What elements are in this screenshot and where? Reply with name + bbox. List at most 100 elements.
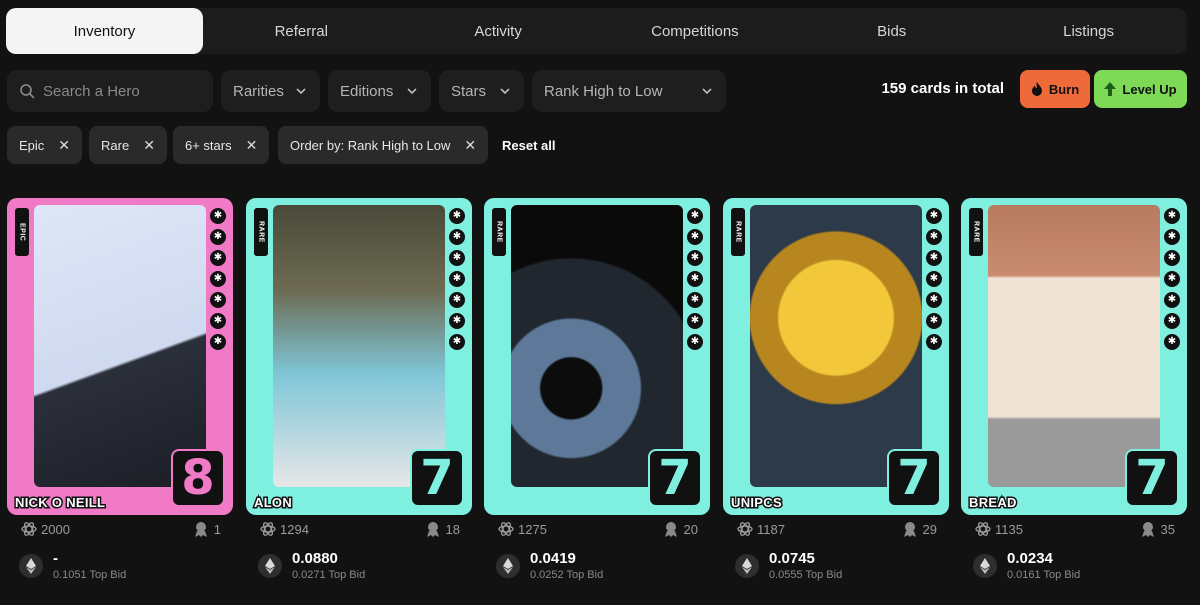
star-icon: ✱: [210, 292, 226, 308]
order-dropdown[interactable]: Rank High to Low: [532, 70, 726, 112]
star-icon: ✱: [210, 313, 226, 329]
score-value: 1275: [518, 521, 547, 537]
top-bid-label: Top Bid: [328, 569, 366, 581]
card-stats: 1187 29 0.0745 0.0555 Top Bid: [723, 520, 949, 581]
star-icon: ✱: [1164, 208, 1180, 224]
star-icon: ✱: [687, 250, 703, 266]
remove-chip-icon[interactable]: ✕: [464, 137, 476, 154]
star-icon: ✱: [926, 250, 942, 266]
chevron-down-icon: [407, 88, 417, 95]
tab-inventory[interactable]: Inventory: [6, 8, 203, 54]
burn-button[interactable]: Burn: [1020, 70, 1090, 108]
hero-card[interactable]: RARE ✱ ✱ ✱ ✱ ✱ ✱ ✱ 7 UNIPCS: [723, 198, 949, 515]
star-icon: ✱: [1164, 292, 1180, 308]
star-icon: ✱: [449, 271, 465, 287]
remove-chip-icon[interactable]: ✕: [246, 137, 258, 154]
chevron-down-icon: [500, 88, 510, 95]
hero-name: UNIPCS: [730, 494, 784, 512]
star-icon: ✱: [926, 292, 942, 308]
tab-referral[interactable]: Referral: [203, 8, 400, 54]
rarity-badge: RARE: [969, 208, 983, 256]
search-icon: [20, 84, 35, 99]
star-icon: ✱: [449, 229, 465, 245]
star-icon: ✱: [687, 229, 703, 245]
rarity-badge: RARE: [731, 208, 745, 256]
hero-artwork: [511, 205, 683, 487]
level-badge: 8: [171, 449, 225, 507]
rarity-label: RARE: [495, 221, 503, 243]
star-icon: ✱: [210, 334, 226, 350]
level-badge: 7: [887, 449, 941, 507]
stars-label: Stars: [451, 82, 487, 100]
top-bid-label: Top Bid: [805, 569, 843, 581]
reset-all-button[interactable]: Reset all: [502, 138, 555, 153]
star-icon: ✱: [210, 250, 226, 266]
atom-icon: [260, 522, 276, 536]
star-icon: ✱: [1164, 313, 1180, 329]
chevron-down-icon: [296, 88, 306, 95]
hero-artwork: [988, 205, 1160, 487]
tab-bar: Inventory Referral Activity Competitions…: [6, 8, 1187, 54]
hero-card[interactable]: RARE ✱ ✱ ✱ ✱ ✱ ✱ ✱ 7 ALON: [246, 198, 472, 515]
rank-value: 29: [922, 521, 937, 537]
search-input[interactable]: [43, 82, 203, 100]
score-value: 1187: [757, 521, 785, 537]
rank-value: 1: [213, 521, 221, 537]
tab-bids[interactable]: Bids: [793, 8, 990, 54]
remove-chip-icon[interactable]: ✕: [58, 137, 70, 154]
remove-chip-icon[interactable]: ✕: [143, 137, 155, 154]
top-bid-label: Top Bid: [89, 569, 127, 581]
star-icon: ✱: [449, 334, 465, 350]
star-icon: ✱: [687, 271, 703, 287]
top-bid-label: Top Bid: [566, 569, 604, 581]
rarity-label: RARE: [257, 221, 265, 243]
atom-icon: [737, 522, 753, 536]
chip-label: Rare: [101, 137, 130, 153]
hero-name: BREAD: [968, 494, 1018, 512]
card-stats: 1135 35 0.0234 0.0161 Top Bid: [961, 520, 1187, 581]
level-up-label: Level Up: [1122, 81, 1177, 97]
ethereum-icon: [496, 553, 520, 578]
star-icon: ✱: [687, 292, 703, 308]
ethereum-icon: [973, 553, 997, 578]
star-icon: ✱: [687, 313, 703, 329]
rarities-label: Rarities: [233, 82, 284, 100]
tab-competitions[interactable]: Competitions: [596, 8, 793, 54]
hero-card[interactable]: EPIC ✱ ✱ ✱ ✱ ✱ ✱ ✱ 8 NICK O NEILL: [7, 198, 233, 515]
stars-dropdown[interactable]: Stars: [439, 70, 524, 112]
hero-name: NICK O NEILL: [13, 494, 106, 512]
hero-artwork: [273, 205, 445, 487]
star-icon: ✱: [687, 334, 703, 350]
star-icon: ✱: [926, 271, 942, 287]
listing-price: 0.0419: [530, 550, 576, 567]
rank-medal-icon: [426, 522, 439, 537]
rarity-label: EPIC: [18, 222, 26, 242]
level-up-button[interactable]: Level Up: [1094, 70, 1187, 108]
star-icon: ✱: [1164, 229, 1180, 245]
rarities-dropdown[interactable]: Rarities: [221, 70, 320, 112]
star-icon: ✱: [449, 313, 465, 329]
level-badge: 7: [1125, 449, 1179, 507]
atom-icon: [975, 522, 991, 536]
top-bid: 0.0161 Top Bid: [1007, 569, 1080, 581]
tab-activity[interactable]: Activity: [400, 8, 597, 54]
hero-card[interactable]: RARE ✱ ✱ ✱ ✱ ✱ ✱ ✱ 7 BREAD: [961, 198, 1187, 515]
rarity-badge: EPIC: [15, 208, 29, 256]
star-icon: ✱: [687, 208, 703, 224]
filter-chip-epic: Epic ✕: [7, 126, 83, 164]
tab-listings[interactable]: Listings: [990, 8, 1187, 54]
rank-medal-icon: [194, 522, 207, 537]
star-column: ✱ ✱ ✱ ✱ ✱ ✱ ✱: [449, 208, 465, 350]
chip-label: Epic: [19, 137, 45, 153]
ethereum-icon: [735, 553, 759, 578]
editions-dropdown[interactable]: Editions: [328, 70, 431, 112]
top-bid-value: 0.0252: [530, 569, 564, 581]
hero-card[interactable]: RARE ✱ ✱ ✱ ✱ ✱ ✱ ✱ 7: [484, 198, 710, 515]
editions-label: Editions: [340, 82, 394, 100]
score-value: 1294: [280, 521, 309, 537]
top-bid: 0.0271 Top Bid: [292, 569, 365, 581]
star-icon: ✱: [926, 313, 942, 329]
top-bid: 0.1051 Top Bid: [53, 569, 126, 581]
top-bid: 0.0252 Top Bid: [530, 569, 603, 581]
rank-medal-icon: [1141, 522, 1154, 537]
